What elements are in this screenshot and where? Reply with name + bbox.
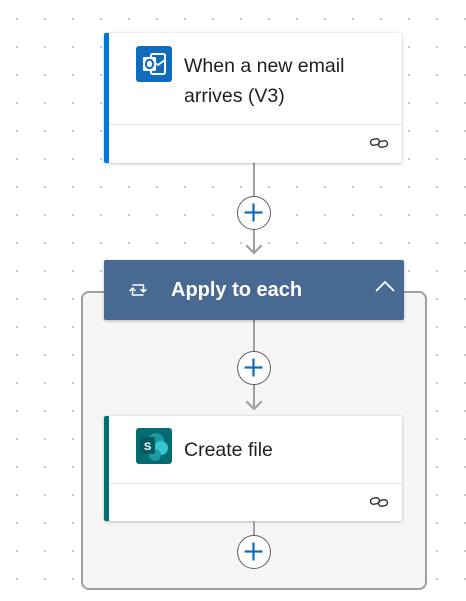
add-step-button[interactable] bbox=[237, 535, 271, 569]
trigger-title: When a new email arrives (V3) bbox=[184, 55, 345, 107]
svg-text:S: S bbox=[144, 441, 151, 453]
outlook-icon bbox=[136, 46, 172, 82]
trigger-card[interactable]: When a new email arrives (V3) bbox=[104, 33, 402, 163]
plus-icon bbox=[244, 542, 263, 561]
add-step-button[interactable] bbox=[237, 351, 271, 385]
link-icon[interactable] bbox=[369, 494, 389, 510]
add-step-button[interactable] bbox=[237, 196, 271, 230]
connector-line bbox=[253, 163, 255, 198]
create-file-title: Create file bbox=[184, 439, 273, 461]
create-file-footer bbox=[109, 483, 402, 521]
connector-arrow bbox=[245, 244, 263, 255]
create-file-card[interactable]: S Create file bbox=[104, 416, 402, 521]
plus-icon bbox=[244, 203, 263, 222]
apply-to-each-title: Apply to each bbox=[171, 279, 303, 301]
plus-icon bbox=[244, 358, 263, 377]
chevron-up-icon[interactable] bbox=[374, 279, 396, 295]
trigger-footer bbox=[109, 124, 402, 163]
sharepoint-icon: S bbox=[136, 428, 172, 464]
connector-arrow bbox=[245, 400, 263, 411]
loop-icon bbox=[129, 284, 147, 296]
link-icon[interactable] bbox=[369, 135, 389, 151]
apply-to-each-header[interactable]: Apply to each bbox=[104, 260, 404, 320]
connector-line bbox=[253, 320, 255, 353]
